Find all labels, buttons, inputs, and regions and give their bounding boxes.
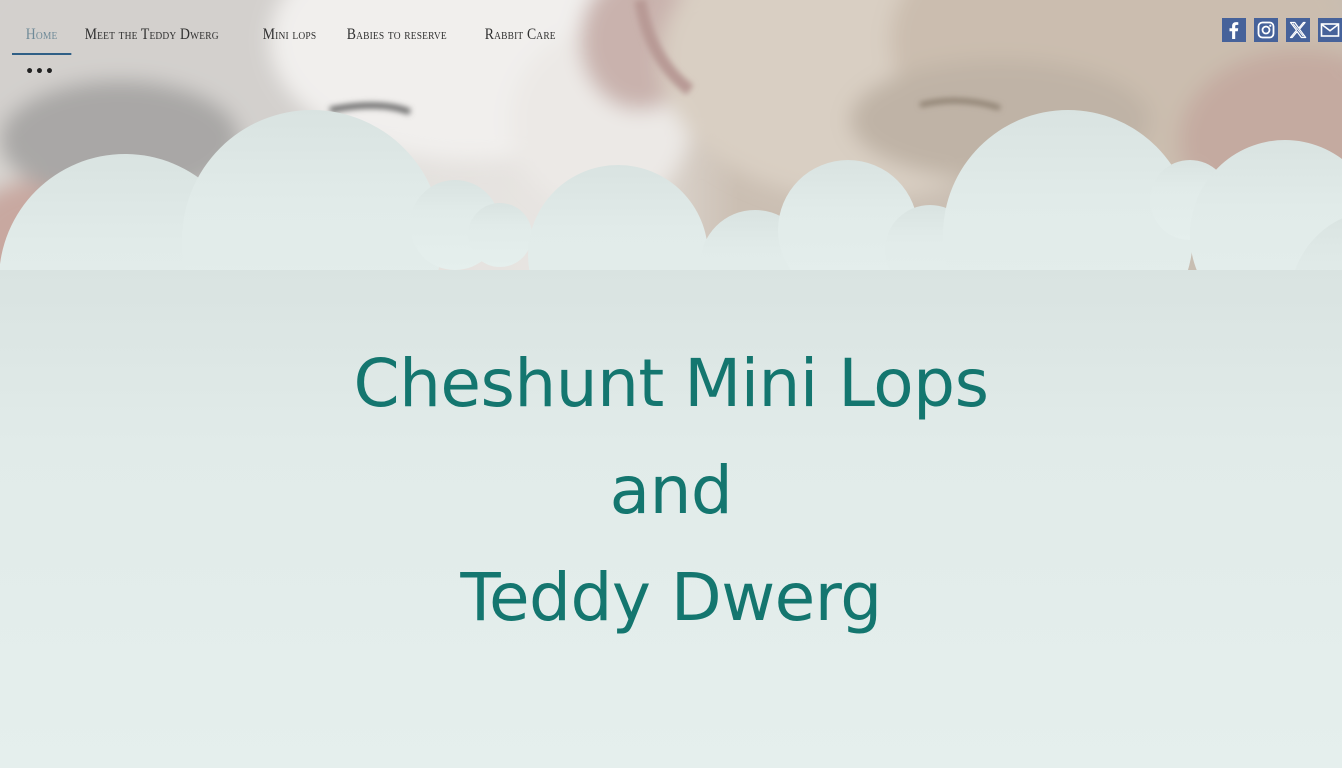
nav-item-meet-the-teddy-dwerg[interactable]: Meet the Teddy Dwerg <box>71 18 232 54</box>
x-link[interactable] <box>1286 18 1310 42</box>
social-links <box>1222 18 1342 42</box>
instagram-link[interactable] <box>1254 18 1278 42</box>
nav-item-babies-to-reserve[interactable]: Babies to reserve <box>333 18 461 54</box>
title-line-2: and <box>609 452 733 529</box>
title-line-1: Cheshunt Mini Lops <box>353 345 989 422</box>
x-icon <box>1289 21 1307 39</box>
email-link[interactable] <box>1318 18 1342 42</box>
active-nav-underline <box>12 53 72 55</box>
page: Home Meet the Teddy Dwerg Mini lops Babi… <box>0 0 1342 768</box>
instagram-icon <box>1257 21 1275 39</box>
nav-item-label: Mini lops <box>262 26 316 43</box>
email-icon <box>1320 23 1340 37</box>
title-line-3: Teddy Dwerg <box>460 559 882 636</box>
page-title: Cheshunt Mini Lops and Teddy Dwerg <box>0 330 1342 651</box>
facebook-icon <box>1229 22 1239 39</box>
nav-item-home[interactable]: Home <box>12 18 72 55</box>
facebook-link[interactable] <box>1222 18 1246 42</box>
nav-item-mini-lops[interactable]: Mini lops <box>249 18 330 54</box>
nav-item-rabbit-care[interactable]: Rabbit Care <box>471 18 570 54</box>
nav-item-label: Meet the Teddy Dwerg <box>84 26 219 43</box>
nav-item-label: Babies to reserve <box>346 26 447 43</box>
main-navigation: Home Meet the Teddy Dwerg Mini lops Babi… <box>12 18 576 78</box>
nav-item-label: Rabbit Care <box>484 26 556 43</box>
more-menu-button[interactable]: ••• <box>25 65 55 79</box>
nav-item-label: Home <box>25 26 58 43</box>
